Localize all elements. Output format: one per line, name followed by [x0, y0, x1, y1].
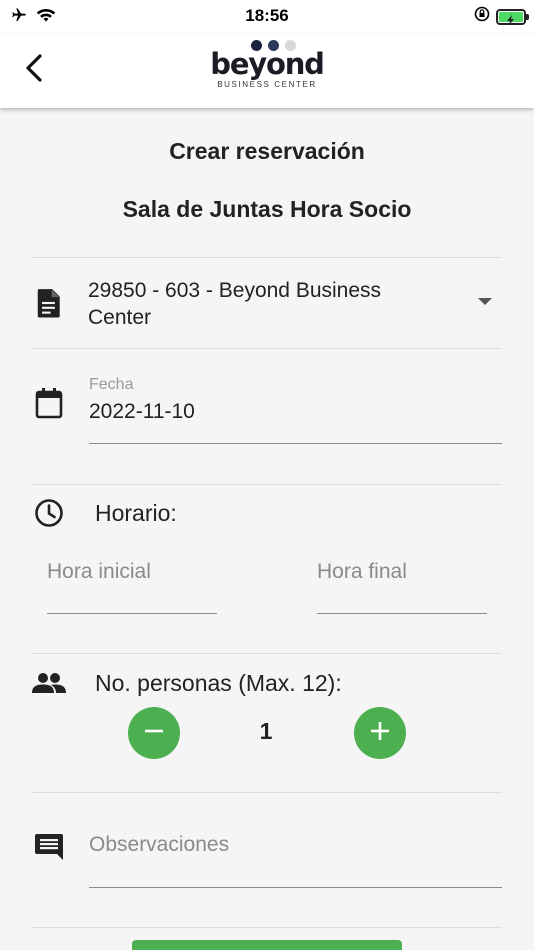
chevron-left-icon	[24, 53, 44, 88]
date-label: Fecha	[89, 376, 134, 393]
submit-button[interactable]	[132, 940, 402, 950]
document-icon	[32, 286, 66, 320]
people-icon	[32, 666, 66, 700]
divider	[32, 927, 502, 928]
dropdown-arrow-icon[interactable]	[478, 298, 492, 305]
room-name: Sala de Juntas Hora Socio	[122, 196, 412, 222]
logo-subtitle: BUSINESS CENTER	[217, 80, 317, 89]
minus-icon	[143, 720, 165, 747]
people-count: 1	[259, 718, 273, 744]
status-bar: 18:56	[0, 0, 534, 34]
date-field-underline	[89, 443, 502, 444]
battery-charging-icon	[496, 8, 529, 25]
status-time: 18:56	[245, 6, 289, 25]
membership-select[interactable]: 29850 - 603 - Beyond Business Center	[88, 277, 448, 331]
divider	[32, 484, 502, 485]
status-right-icons	[474, 6, 529, 27]
decrement-button[interactable]	[128, 707, 180, 759]
schedule-label: Horario:	[95, 500, 177, 526]
divider	[32, 792, 502, 793]
increment-button[interactable]	[354, 707, 406, 759]
app-header: beyond BUSINESS CENTER	[0, 34, 534, 108]
back-button[interactable]	[16, 50, 52, 90]
logo-wordmark: beyond	[210, 47, 325, 81]
divider	[32, 257, 502, 258]
orientation-lock-icon	[474, 6, 490, 27]
divider	[32, 348, 502, 349]
end-time-underline	[317, 613, 487, 614]
calendar-icon	[32, 386, 66, 420]
people-label: No. personas (Max. 12):	[95, 670, 342, 696]
notes-underline	[89, 887, 502, 888]
page-title: Crear reservación	[169, 138, 365, 164]
plus-icon	[369, 720, 391, 747]
notes-input[interactable]: Observaciones	[89, 833, 229, 857]
end-time-input[interactable]: Hora final	[317, 560, 407, 584]
clock-icon	[32, 496, 66, 530]
brand-logo: beyond BUSINESS CENTER	[200, 40, 334, 100]
comment-icon	[32, 830, 66, 864]
battery-level	[499, 11, 523, 25]
reservation-form: Crear reservación Sala de Juntas Hora So…	[0, 108, 534, 950]
start-time-input[interactable]: Hora inicial	[47, 560, 151, 584]
divider	[32, 653, 502, 654]
start-time-underline	[47, 613, 217, 614]
date-field[interactable]: 2022-11-10	[89, 400, 195, 424]
